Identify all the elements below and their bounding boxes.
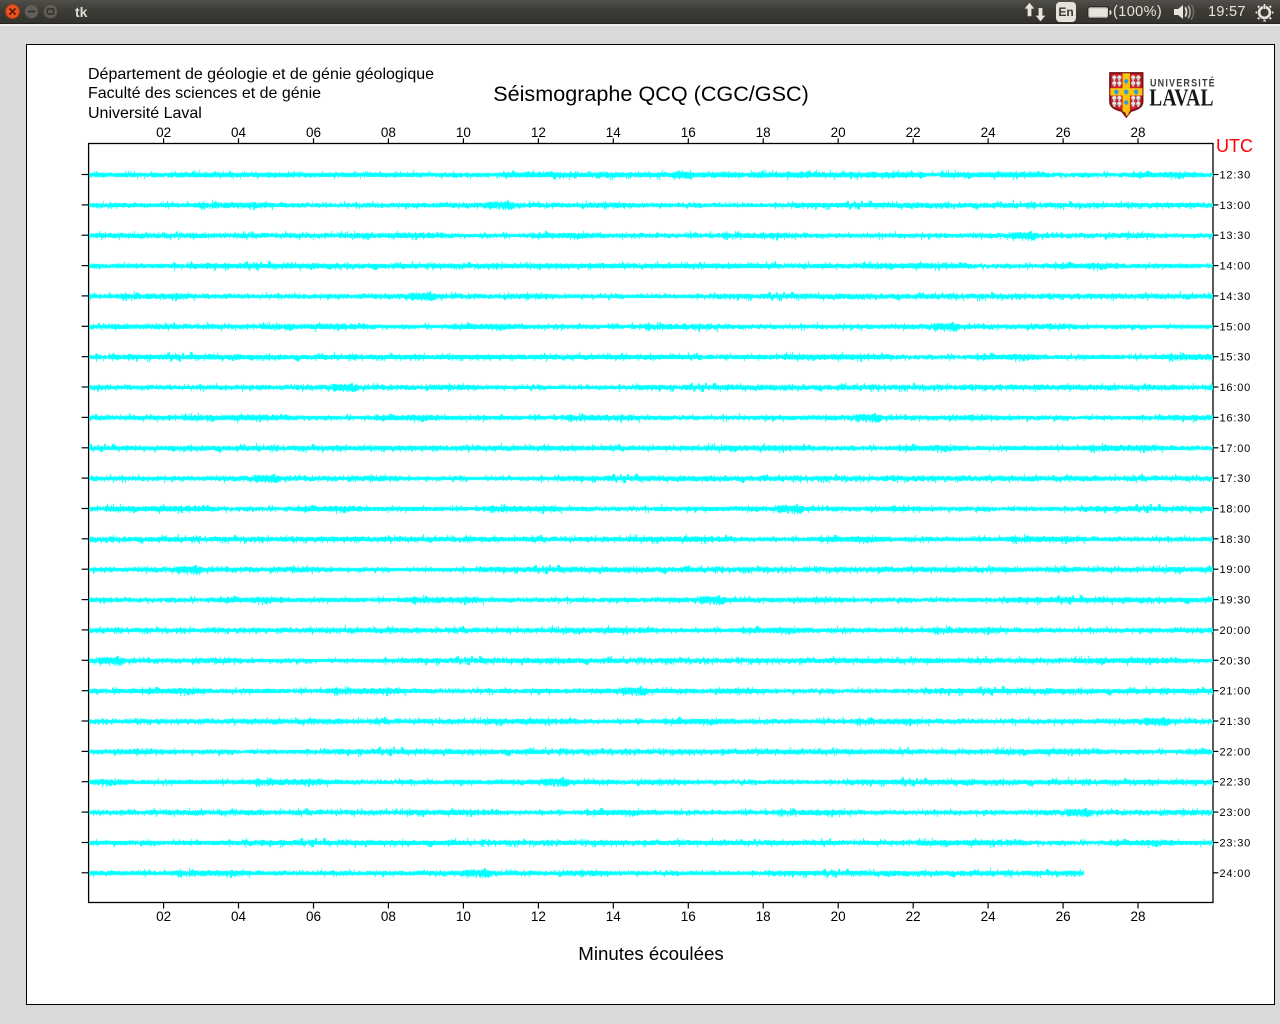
svg-text:17:00: 17:00 <box>1220 443 1252 455</box>
svg-text:14:00: 14:00 <box>1220 261 1252 273</box>
svg-text:19:00: 19:00 <box>1220 564 1252 576</box>
svg-text:20: 20 <box>831 909 846 924</box>
svg-text:16: 16 <box>681 125 696 140</box>
svg-text:10: 10 <box>456 909 471 924</box>
svg-text:12:30: 12:30 <box>1220 170 1252 182</box>
svg-text:18: 18 <box>756 909 771 924</box>
svg-text:02: 02 <box>156 909 171 924</box>
svg-text:02: 02 <box>156 125 171 140</box>
svg-text:22: 22 <box>906 909 921 924</box>
svg-text:13:30: 13:30 <box>1220 230 1252 242</box>
svg-text:06: 06 <box>306 125 321 140</box>
svg-text:16:00: 16:00 <box>1220 382 1252 394</box>
svg-text:12: 12 <box>531 909 546 924</box>
svg-text:10: 10 <box>456 125 471 140</box>
svg-text:14: 14 <box>606 909 622 924</box>
svg-text:23:30: 23:30 <box>1220 838 1252 850</box>
svg-text:14: 14 <box>606 125 622 140</box>
svg-text:24: 24 <box>981 125 997 140</box>
svg-text:14:30: 14:30 <box>1220 291 1252 303</box>
svg-text:19:30: 19:30 <box>1220 595 1252 607</box>
svg-text:04: 04 <box>231 125 247 140</box>
svg-text:22: 22 <box>906 125 921 140</box>
svg-text:20: 20 <box>831 125 846 140</box>
svg-text:26: 26 <box>1056 909 1071 924</box>
svg-text:22:00: 22:00 <box>1220 746 1252 758</box>
svg-text:17:30: 17:30 <box>1220 473 1252 485</box>
svg-text:18:30: 18:30 <box>1220 534 1252 546</box>
svg-text:22:30: 22:30 <box>1220 777 1252 789</box>
svg-text:24:00: 24:00 <box>1220 868 1252 880</box>
svg-text:08: 08 <box>381 125 396 140</box>
svg-text:24: 24 <box>981 909 997 924</box>
svg-text:06: 06 <box>306 909 321 924</box>
svg-text:15:00: 15:00 <box>1220 321 1252 333</box>
svg-text:13:00: 13:00 <box>1220 200 1252 212</box>
svg-text:23:00: 23:00 <box>1220 807 1252 819</box>
svg-text:16: 16 <box>681 909 696 924</box>
svg-text:08: 08 <box>381 909 396 924</box>
svg-text:16:30: 16:30 <box>1220 412 1252 424</box>
svg-text:21:00: 21:00 <box>1220 686 1252 698</box>
svg-text:21:30: 21:30 <box>1220 716 1252 728</box>
svg-text:18:00: 18:00 <box>1220 504 1252 516</box>
svg-text:18: 18 <box>756 125 771 140</box>
svg-text:28: 28 <box>1130 909 1145 924</box>
svg-text:04: 04 <box>231 909 247 924</box>
svg-text:20:00: 20:00 <box>1220 625 1252 637</box>
svg-text:12: 12 <box>531 125 546 140</box>
svg-text:15:30: 15:30 <box>1220 352 1252 364</box>
svg-text:26: 26 <box>1056 125 1071 140</box>
svg-text:28: 28 <box>1130 125 1145 140</box>
svg-text:20:30: 20:30 <box>1220 655 1252 667</box>
